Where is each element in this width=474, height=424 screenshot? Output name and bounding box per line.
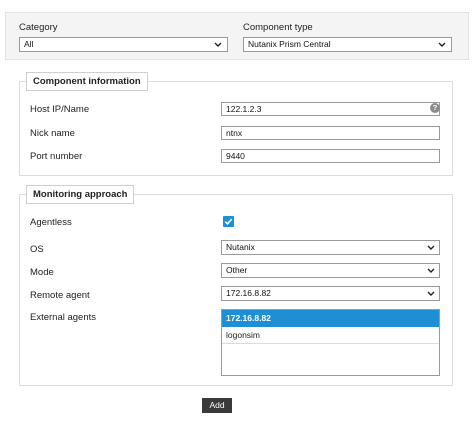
mode-select-value: Other [226, 265, 248, 275]
component-type-select[interactable]: Nutanix Prism Central [243, 37, 452, 52]
remote-agent-select[interactable]: 172.16.8.82 [221, 286, 440, 301]
category-label: Category [19, 22, 58, 33]
remote-agent-label: Remote agent [30, 290, 90, 301]
list-item[interactable]: 172.16.8.82 [222, 310, 439, 327]
checkmark-icon [224, 218, 233, 225]
mode-select[interactable]: Other [221, 263, 440, 278]
chevron-down-icon [426, 242, 436, 253]
os-select[interactable]: Nutanix [221, 240, 440, 255]
nick-name-label: Nick name [30, 128, 75, 139]
agentless-checkbox[interactable] [223, 216, 234, 227]
mode-label: Mode [30, 267, 54, 278]
category-select[interactable]: All [19, 37, 228, 52]
component-info-legend: Component information [26, 72, 148, 91]
chevron-down-icon [426, 288, 436, 299]
chevron-down-icon [426, 265, 436, 276]
nick-name-input[interactable]: ntnx [221, 126, 440, 140]
port-label: Port number [30, 151, 83, 162]
chevron-down-icon [213, 39, 223, 50]
external-agents-label: External agents [30, 312, 97, 323]
external-agents-listbox[interactable]: 172.16.8.82 logonsim [221, 309, 440, 376]
component-type-label: Component type [243, 22, 313, 33]
os-select-value: Nutanix [226, 242, 255, 252]
host-label: Host IP/Name [30, 104, 90, 115]
agentless-label: Agentless [30, 217, 72, 228]
host-input[interactable]: 122.1.2.3 [221, 102, 440, 116]
category-select-value: All [24, 39, 34, 49]
port-input[interactable]: 9440 [221, 149, 440, 163]
list-item[interactable]: logonsim [222, 327, 439, 344]
add-button[interactable]: Add [202, 398, 232, 413]
remote-agent-select-value: 172.16.8.82 [226, 288, 271, 298]
component-type-select-value: Nutanix Prism Central [248, 39, 331, 49]
chevron-down-icon [437, 39, 447, 50]
help-icon[interactable]: ? [430, 103, 440, 113]
filter-panel: Category All Component type Nutanix Pris… [5, 12, 469, 60]
os-label: OS [30, 244, 44, 255]
monitoring-legend: Monitoring approach [26, 185, 135, 204]
